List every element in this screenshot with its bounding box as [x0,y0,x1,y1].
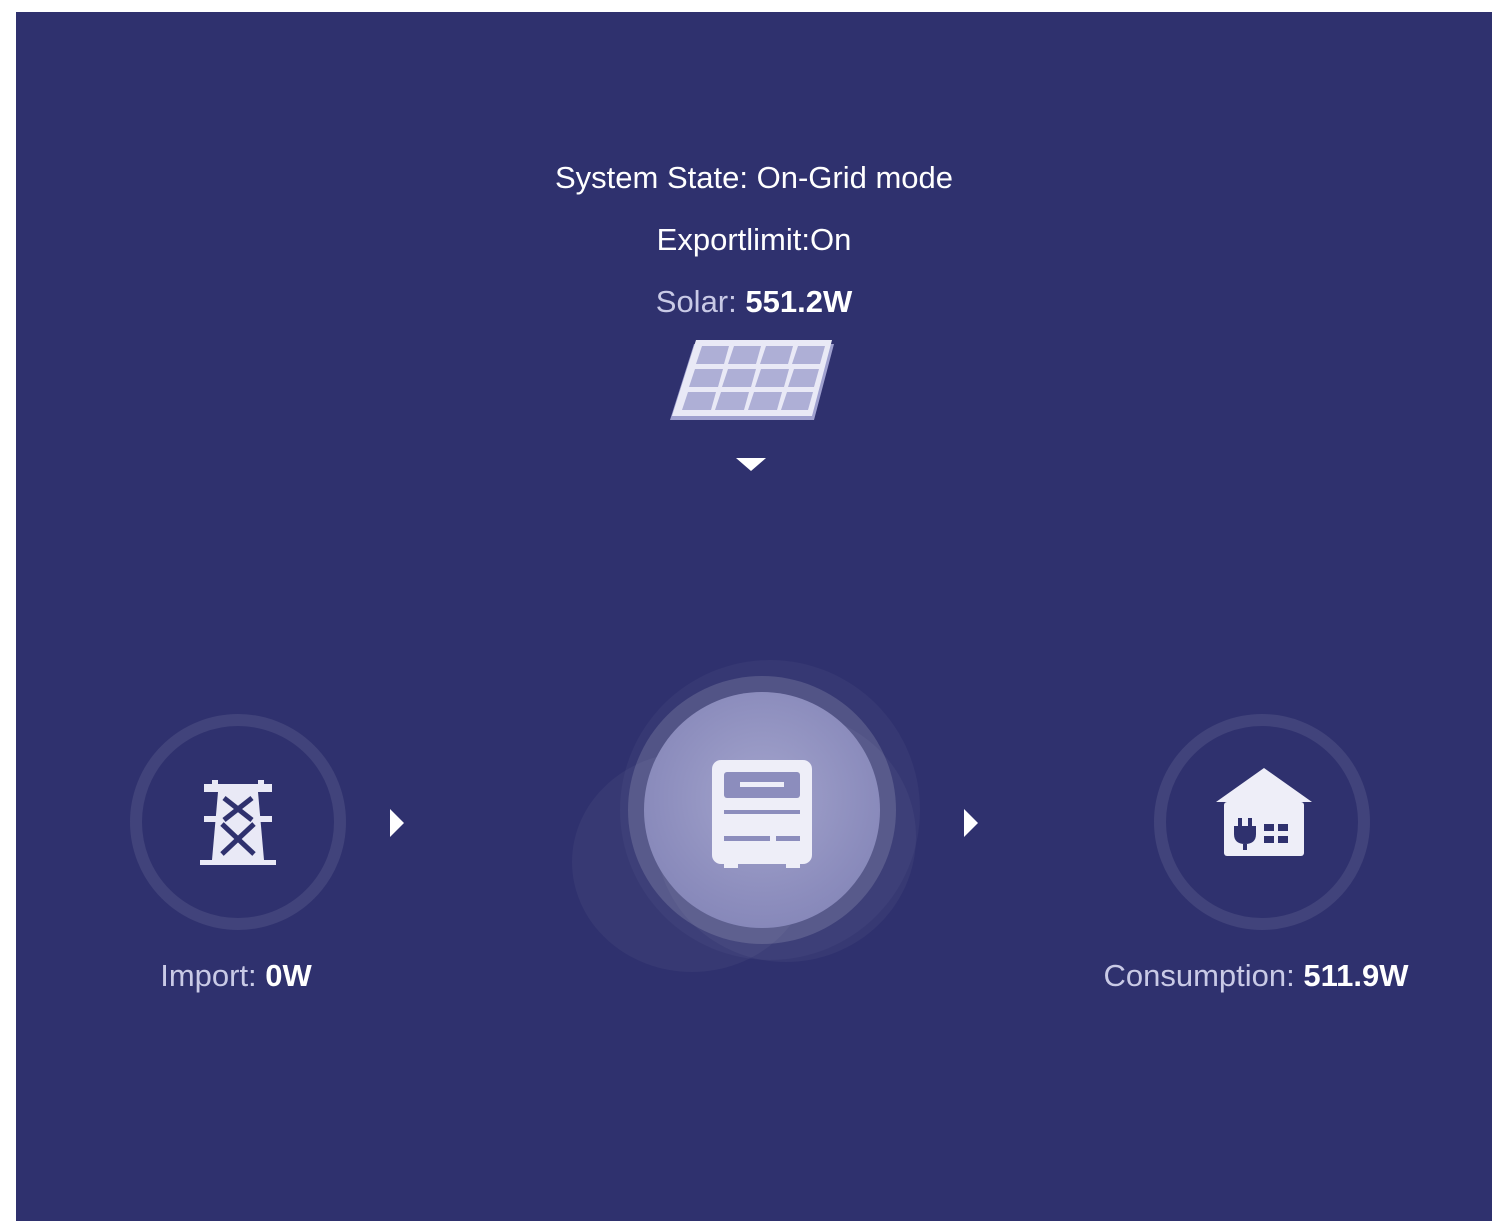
consumption-line: Consumption: 511.9W [1056,958,1456,994]
export-limit-status: Exportlimit:On [656,222,852,257]
system-state-line: System State: On-Grid mode [16,160,1492,196]
grid-flow-arrow-right [390,809,404,837]
energy-flow-panel: System State: On-Grid mode Exportlimit:O… [16,12,1492,1221]
power-tower-icon [200,780,276,865]
solar-panel-icon [670,340,834,420]
solar-value: 551.2W [745,284,853,319]
home-plug-icon [1216,768,1312,856]
home-flow-arrow-right [964,809,978,837]
consumption-label: Consumption: [1103,958,1295,993]
grid-import-line: Import: 0W [76,958,396,994]
import-value: 0W [265,958,312,993]
solar-flow-arrow-down [736,458,766,471]
import-label: Import: [160,958,257,993]
consumption-value: 511.9W [1303,958,1409,993]
system-state-value: On-Grid mode [756,160,953,195]
solar-label: Solar: [655,284,737,319]
system-state-label: System State: [555,160,748,195]
inverter-icon [712,760,812,868]
solar-power-line: Solar: 551.2W [16,284,1492,320]
